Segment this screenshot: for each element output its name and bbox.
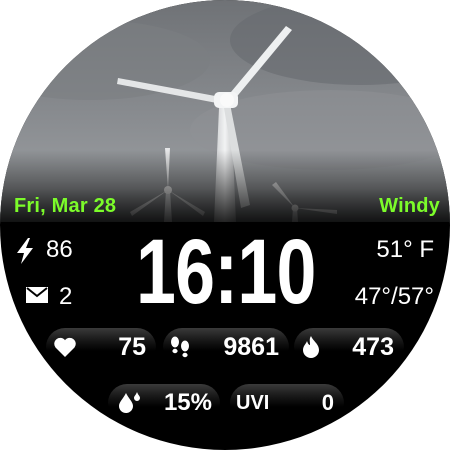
battery-value: 86: [46, 236, 73, 263]
humidity-pill: 15%: [108, 384, 220, 422]
uv-index-value: 0: [321, 390, 334, 415]
bolt-icon: [14, 237, 38, 265]
water-drop-icon: [116, 390, 142, 419]
footsteps-icon: [168, 336, 192, 363]
messages-value: 2: [59, 283, 73, 310]
watch-face: Fri, Mar 28 Windy 86 2 16:10 51° F 47°/5…: [0, 0, 450, 450]
calories-pill: 473: [294, 328, 404, 366]
uv-index-label: UVI: [236, 392, 270, 414]
wind-turbine-background: [0, 0, 450, 222]
flame-icon: [301, 335, 321, 364]
heart-rate-pill: 75: [46, 328, 156, 366]
mail-icon: [26, 287, 50, 305]
time-text: 16:10: [136, 221, 316, 323]
uv-index-pill: UVI 0: [230, 384, 344, 422]
calories-value: 473: [352, 333, 394, 361]
time-display: 16:10: [136, 222, 320, 322]
humidity-value: 15%: [163, 389, 212, 416]
steps-pill: 9861: [163, 328, 289, 366]
heart-icon: [53, 337, 77, 363]
steps-value: 9861: [223, 333, 279, 361]
date-label: Fri, Mar 28: [14, 195, 117, 217]
temperature-range: 47°/57°: [354, 283, 434, 310]
current-temperature: 51° F: [376, 236, 434, 263]
weather-condition-label: Windy: [379, 195, 440, 217]
heart-rate-value: 75: [118, 333, 146, 361]
